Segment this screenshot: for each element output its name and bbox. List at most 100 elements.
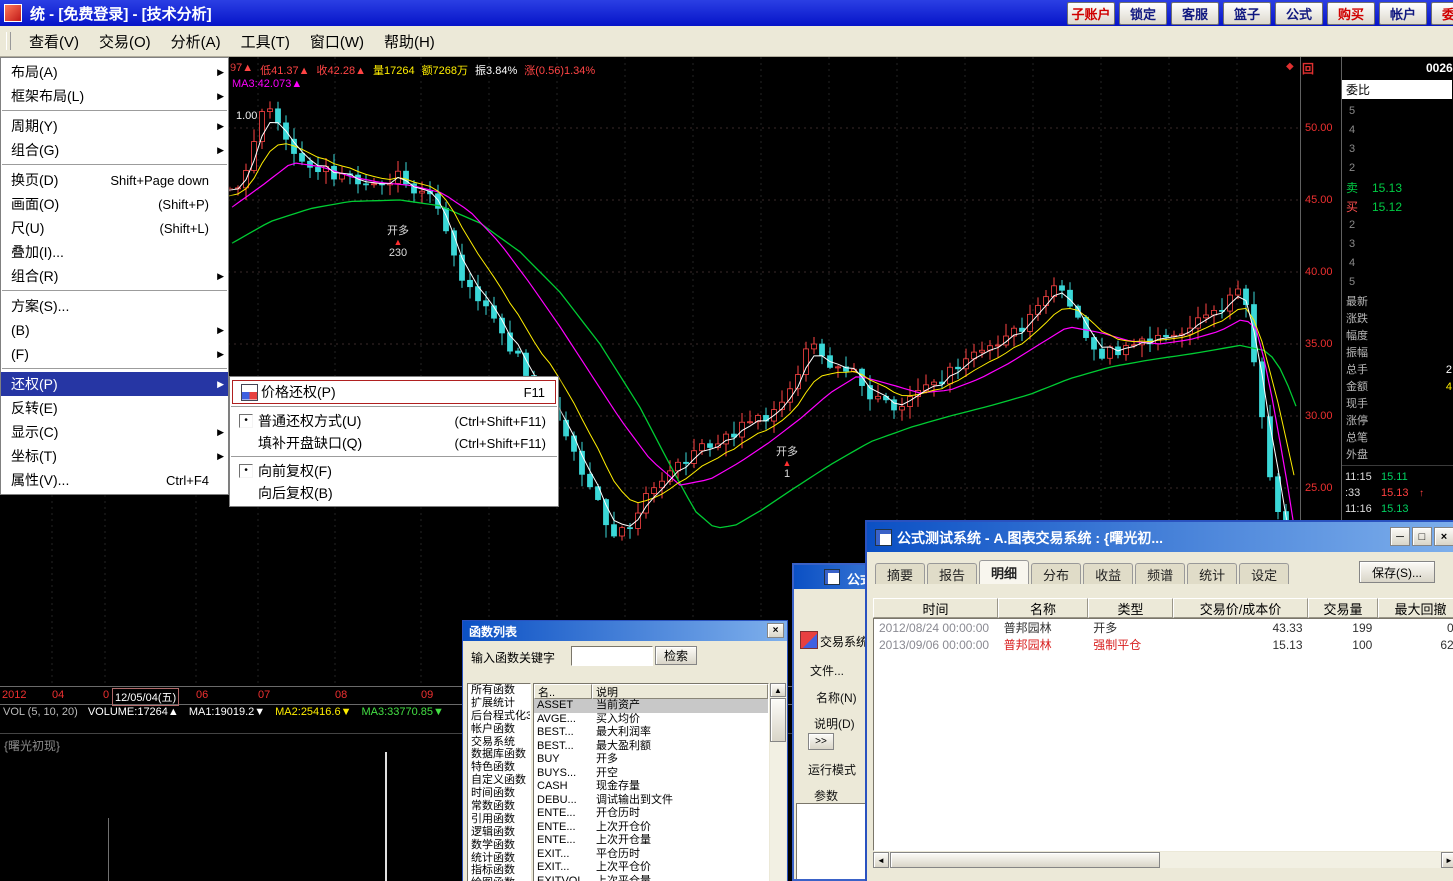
title-bar[interactable]: 统 - [免费登录] - [技术分析] 子账户锁定客服篮子公式购买帐户委托	[0, 0, 1453, 26]
menu-tools[interactable]: 工具(T)	[231, 28, 300, 55]
tab[interactable]: 分布	[1031, 563, 1081, 584]
menu-item-scheme[interactable]: 方案(S)...	[1, 294, 228, 318]
column-header-name[interactable]: 名..	[534, 684, 592, 699]
column-header-desc[interactable]: 说明	[592, 684, 768, 699]
category-item[interactable]: 帐户函数	[468, 723, 530, 736]
column-header-volume[interactable]: 交易量	[1308, 598, 1378, 618]
tab[interactable]: 明细	[979, 560, 1029, 584]
menu-item-properties[interactable]: 属性(V)...Ctrl+F4	[1, 468, 228, 492]
category-item[interactable]: 引用函数	[468, 813, 530, 826]
menu-item-f[interactable]: (F)▶	[1, 342, 228, 366]
function-list-window[interactable]: 函数列表 × 输入函数关键字 检索 所有函数扩展统计后台程式化3帐户函数交易系统…	[462, 620, 788, 881]
category-item[interactable]: 数据库函数	[468, 748, 530, 761]
category-item[interactable]: 交易系统	[468, 736, 530, 749]
tab[interactable]: 报告	[927, 563, 977, 584]
function-row[interactable]: ASSET 当前资产	[534, 699, 768, 713]
titlebar-button[interactable]: 篮子	[1223, 2, 1271, 25]
function-row[interactable]: EXITVOL 上次平仓量	[534, 875, 768, 881]
menu-item-adjust[interactable]: 还权(P)▶	[1, 372, 228, 396]
scroll-thumb[interactable]	[890, 852, 1160, 868]
maximize-button[interactable]: □	[1412, 527, 1432, 546]
function-row[interactable]: ENTE... 开仓历时	[534, 807, 768, 821]
menu-item-invert[interactable]: 反转(E)	[1, 396, 228, 420]
tab[interactable]: 频谱	[1135, 563, 1185, 584]
category-item[interactable]: 特色函数	[468, 761, 530, 774]
function-row[interactable]: ENTE... 上次开仓价	[534, 821, 768, 835]
vertical-scrollbar[interactable]: ▲	[770, 683, 786, 881]
expand-button[interactable]: >>	[808, 733, 834, 750]
titlebar-button[interactable]: 客服	[1171, 2, 1219, 25]
submenu-item-normal-adjust[interactable]: • 普通还权方式(U) (Ctrl+Shift+F11)	[230, 410, 558, 432]
close-button[interactable]: ×	[1434, 527, 1453, 546]
horizontal-scrollbar[interactable]: ◄ ►	[873, 852, 1453, 868]
function-row[interactable]: CASH 现金存量	[534, 780, 768, 794]
titlebar-button[interactable]: 公式	[1275, 2, 1323, 25]
titlebar-button[interactable]: 委托	[1431, 2, 1453, 25]
titlebar-button[interactable]: 购买	[1327, 2, 1375, 25]
menu-item-ruler[interactable]: 尺(U)(Shift+L)	[1, 216, 228, 240]
column-header-type[interactable]: 类型	[1088, 598, 1173, 618]
trade-row[interactable]: 2013/09/06 00:00:00 普邦园林 强制平仓 15.13 100 …	[874, 636, 1453, 653]
category-item[interactable]: 绘图函数	[468, 877, 530, 881]
menu-item-axis[interactable]: 坐标(T)▶	[1, 444, 228, 468]
menu-item-screen[interactable]: 画面(O)(Shift+P)	[1, 192, 228, 216]
window-titlebar[interactable]: 函数列表 ×	[463, 621, 787, 641]
function-row[interactable]: AVGE... 买入均价	[534, 713, 768, 727]
scroll-left-button[interactable]: ◄	[873, 852, 889, 868]
submenu-item-fill-gap[interactable]: 填补开盘缺口(Q) (Ctrl+Shift+F11)	[230, 432, 558, 454]
function-row[interactable]: EXIT... 上次平仓价	[534, 861, 768, 875]
menu-window[interactable]: 窗口(W)	[300, 28, 374, 55]
category-item[interactable]: 所有函数	[468, 684, 530, 697]
pane-restore-icon[interactable]: 回	[1302, 60, 1314, 77]
column-header-drawdown[interactable]: 最大回撤	[1378, 598, 1453, 618]
category-item[interactable]: 指标函数	[468, 864, 530, 877]
category-item[interactable]: 常数函数	[468, 800, 530, 813]
category-item[interactable]: 统计函数	[468, 852, 530, 865]
scroll-thumb[interactable]	[770, 698, 786, 742]
formula-test-window[interactable]: 公式测试系统 - A.图表交易系统 : {曙光初... ─ □ × 摘要报告明细…	[865, 520, 1453, 881]
function-row[interactable]: EXIT... 平仓历时	[534, 848, 768, 862]
titlebar-button[interactable]: 帐户	[1379, 2, 1427, 25]
function-row[interactable]: BEST... 最大利润率	[534, 726, 768, 740]
menu-item-group[interactable]: 组合(R)▶	[1, 264, 228, 288]
function-row[interactable]: ENTE... 上次开仓量	[534, 834, 768, 848]
submenu-item-forward-adjust[interactable]: • 向前复权(F)	[230, 460, 558, 482]
trade-table[interactable]: 2012/08/24 00:00:00 普邦园林 开多 43.33 199 0.…	[873, 618, 1453, 851]
scroll-right-button[interactable]: ►	[1441, 852, 1453, 868]
menu-item-b[interactable]: (B)▶	[1, 318, 228, 342]
column-header-time[interactable]: 时间	[873, 598, 998, 618]
category-item[interactable]: 扩展统计	[468, 697, 530, 710]
titlebar-button[interactable]: 锁定	[1119, 2, 1167, 25]
menu-item-display[interactable]: 显示(C)▶	[1, 420, 228, 444]
menu-item-frame-layout[interactable]: 框架布局(L)▶	[1, 84, 228, 108]
column-header-name[interactable]: 名称	[998, 598, 1088, 618]
trade-row[interactable]: 2012/08/24 00:00:00 普邦园林 开多 43.33 199 0.	[874, 619, 1453, 636]
category-item[interactable]: 后台程式化3	[468, 710, 530, 723]
weibi-row[interactable]: 委比	[1342, 80, 1452, 99]
menu-item-layout[interactable]: 布局(A)▶	[1, 60, 228, 84]
function-row[interactable]: BEST... 最大盈利额	[534, 740, 768, 754]
category-item[interactable]: 逻辑函数	[468, 826, 530, 839]
menu-gripper[interactable]	[6, 32, 11, 50]
tab[interactable]: 设定	[1239, 563, 1289, 584]
menu-item-page[interactable]: 换页(D)Shift+Page down	[1, 168, 228, 192]
category-item[interactable]: 时间函数	[468, 787, 530, 800]
close-button[interactable]: ×	[767, 623, 784, 638]
search-button[interactable]: 检索	[655, 646, 697, 665]
minimize-button[interactable]: ─	[1390, 527, 1410, 546]
column-header-price[interactable]: 交易价/成本价	[1173, 598, 1308, 618]
menu-item-combo[interactable]: 组合(G)▶	[1, 138, 228, 162]
menu-help[interactable]: 帮助(H)	[374, 28, 445, 55]
category-item[interactable]: 自定义函数	[468, 774, 530, 787]
function-row[interactable]: DEBU... 调试输出到文件	[534, 794, 768, 808]
tab[interactable]: 统计	[1187, 563, 1237, 584]
function-row[interactable]: BUY 开多	[534, 753, 768, 767]
titlebar-button[interactable]: 子账户	[1067, 2, 1115, 25]
save-button[interactable]: 保存(S)...	[1359, 561, 1435, 583]
submenu-item-price-adjust[interactable]: 价格还权(P) F11	[232, 380, 556, 404]
scroll-up-button[interactable]: ▲	[770, 683, 786, 697]
category-item[interactable]: 数学函数	[468, 839, 530, 852]
function-row[interactable]: BUYS... 开空	[534, 767, 768, 781]
menu-analysis[interactable]: 分析(A)	[161, 28, 231, 55]
function-categories[interactable]: 所有函数扩展统计后台程式化3帐户函数交易系统数据库函数特色函数自定义函数时间函数…	[467, 683, 531, 881]
